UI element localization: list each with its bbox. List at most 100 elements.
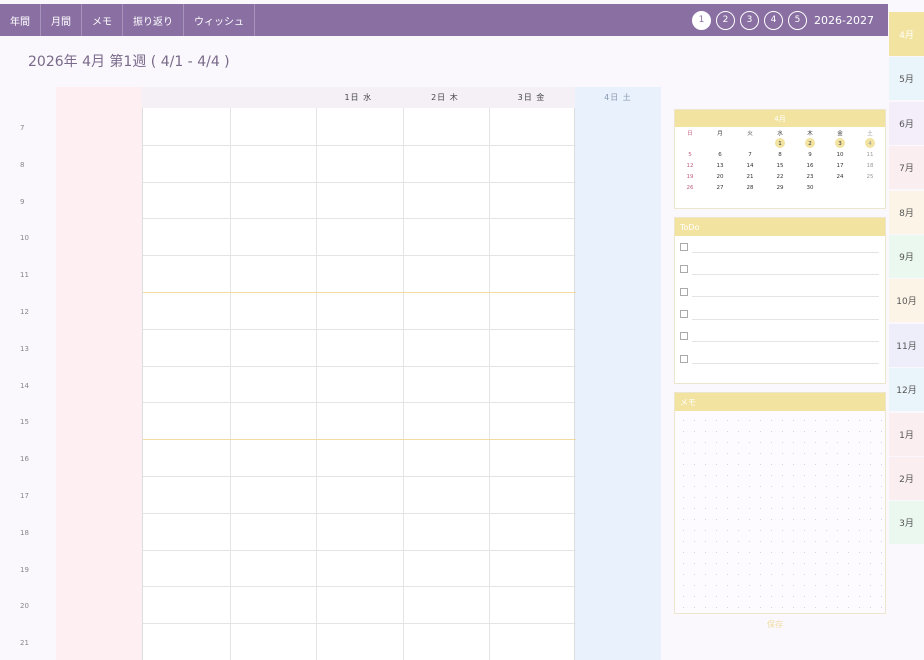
mini-calendar-day[interactable]: 27 [705,185,735,191]
todo-checkbox[interactable] [680,265,688,274]
mini-calendar-day[interactable]: 12 [675,163,705,169]
week-3-button[interactable]: 3 [740,10,760,30]
mini-calendar-day-number: 22 [776,173,784,180]
week-5-button[interactable]: 5 [788,10,808,30]
mini-calendar-day[interactable]: 1 [765,138,795,148]
mini-calendar-day[interactable]: 5 [675,152,705,158]
todo-line[interactable] [692,251,879,253]
mini-calendar-day[interactable]: 21 [735,174,765,180]
grid-column-divider [489,108,491,660]
mini-calendar-day[interactable]: 18 [855,163,885,169]
mini-calendar-day-number: 21 [746,173,754,180]
week-2-button[interactable]: 2 [716,10,736,30]
mini-calendar-day[interactable]: 24 [825,174,855,180]
mini-calendar-day[interactable]: 4 [855,138,885,148]
mini-calendar-day[interactable]: 17 [825,163,855,169]
todo-item[interactable] [675,236,885,258]
mini-calendar-day[interactable]: 14 [735,163,765,169]
mini-calendar-day[interactable]: 11 [855,152,885,158]
grid-column-divider [316,108,318,660]
saturday-column[interactable] [575,87,661,660]
schedule-grid[interactable] [142,108,576,660]
mini-calendar-day[interactable]: 29 [765,185,795,191]
todo-checkbox[interactable] [680,310,688,319]
mini-calendar-day-number: 15 [776,162,784,169]
mini-calendar-day-number: 6 [718,151,722,158]
mini-calendar-day-number: 12 [686,162,694,169]
mini-calendar-day[interactable]: 30 [795,185,825,191]
nav-wish[interactable]: ウィッシュ [184,4,255,36]
todo-checkbox[interactable] [680,332,688,341]
mini-calendar-day[interactable]: 10 [825,152,855,158]
mini-calendar-day[interactable]: 16 [795,163,825,169]
grid-hour-divider [143,144,576,146]
todo-item[interactable] [675,281,885,303]
month-tab[interactable]: 6月 [889,101,924,145]
todo-line[interactable] [692,273,879,275]
mini-calendar-day[interactable]: 28 [735,185,765,191]
mini-calendar-day[interactable]: 6 [705,152,735,158]
month-tab[interactable]: 7月 [889,146,924,190]
todo-line[interactable] [692,318,879,320]
mini-calendar-day-number: 8 [778,151,782,158]
mini-calendar-day[interactable]: 2 [795,138,825,148]
month-tab[interactable]: 8月 [889,190,924,234]
month-tab[interactable]: 3月 [889,501,924,545]
week-1-button[interactable]: 1 [692,10,712,30]
mini-calendar-day[interactable]: 19 [675,174,705,180]
todo-item[interactable] [675,258,885,280]
mini-calendar-day[interactable]: 26 [675,185,705,191]
todo-line[interactable] [692,296,879,298]
month-tab[interactable]: 12月 [889,368,924,412]
hour-label: 17 [20,491,29,500]
sunday-column[interactable] [56,87,142,660]
week-selector: 1 2 3 4 5 2026-2027 [692,4,874,36]
todo-item[interactable] [675,303,885,325]
mini-calendar-day[interactable]: 3 [825,138,855,148]
hour-label: 12 [20,307,29,316]
month-tab[interactable]: 10月 [889,279,924,323]
mini-calendar-day[interactable]: 23 [795,174,825,180]
todo-item[interactable] [675,347,885,369]
mini-calendar-day-number: 25 [866,173,874,180]
month-tab[interactable]: 5月 [889,57,924,101]
todo-checkbox[interactable] [680,354,688,363]
grid-hour-divider [143,181,576,183]
hour-label: 21 [20,639,29,648]
todo-checkbox[interactable] [680,243,688,252]
month-tab[interactable]: 11月 [889,323,924,367]
mini-calendar-day[interactable]: 9 [795,152,825,158]
hour-label: 20 [20,602,29,611]
mini-calendar-day-number: 26 [686,184,694,191]
month-tab[interactable]: 4月 [889,12,924,56]
mini-calendar-day[interactable]: 15 [765,163,795,169]
mini-calendar-day[interactable]: 22 [765,174,795,180]
mini-calendar-day[interactable]: 13 [705,163,735,169]
todo-line[interactable] [692,340,879,342]
todo-item[interactable] [675,325,885,347]
save-button[interactable]: 保存 [767,619,783,630]
week-4-button[interactable]: 4 [764,10,784,30]
nav-yearly[interactable]: 年間 [0,4,41,36]
grid-hour-divider [143,476,576,477]
todo-checkbox[interactable] [680,287,688,296]
mini-calendar-day-number: 13 [716,162,724,169]
nav-review[interactable]: 振り返り [123,4,184,36]
year-range[interactable]: 2026-2027 [814,14,874,27]
grid-hour-divider [143,439,576,441]
mini-calendar-day-number: 2 [808,140,812,147]
mini-calendar-day[interactable]: 8 [765,152,795,158]
month-tab[interactable]: 1月 [889,412,924,456]
grid-hour-divider [143,255,576,257]
nav-memo[interactable]: メモ [82,4,123,36]
mini-calendar-day[interactable]: 25 [855,174,885,180]
month-tab[interactable]: 2月 [889,456,924,500]
nav-monthly[interactable]: 月間 [41,4,82,36]
mini-calendar-day-number: 14 [746,162,754,169]
mini-calendar-days: 1 2 3 4 5 6 7 8 9 10 11 12 13 14 15 16 17 18 19 20 21 22 23 24 2… [675,138,885,193]
hour-label: 7 [20,124,25,132]
mini-calendar-day[interactable]: 20 [705,174,735,180]
todo-line[interactable] [692,363,879,365]
month-tab[interactable]: 9月 [889,234,924,278]
mini-calendar-day[interactable]: 7 [735,152,765,158]
